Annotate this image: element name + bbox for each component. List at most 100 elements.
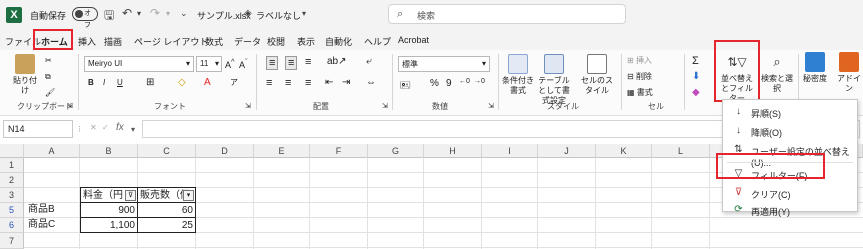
tab-automate[interactable]: 自動化 xyxy=(325,35,352,48)
tab-formulas[interactable]: 数式 xyxy=(205,35,223,48)
column-header-d[interactable]: D xyxy=(196,144,254,158)
fx-dropdown-icon[interactable]: ▾ xyxy=(131,125,135,134)
cell-b5[interactable]: 900 xyxy=(80,202,138,218)
tab-review[interactable]: 校閲 xyxy=(267,35,285,48)
autosum-icon[interactable]: Σ xyxy=(692,55,699,67)
merge-center-icon[interactable]: ⇔ xyxy=(366,77,376,88)
column-header-j[interactable]: J xyxy=(538,144,596,158)
tab-draw[interactable]: 描画 xyxy=(104,35,122,48)
column-header-g[interactable]: G xyxy=(368,144,424,158)
menu-item-sort-descending[interactable]: ↓ 降順(O) xyxy=(723,121,857,141)
tab-data[interactable]: データ xyxy=(234,35,261,48)
menu-item-sort-ascending[interactable]: ↓ 昇順(S) xyxy=(723,102,857,122)
menu-item-reapply[interactable]: ⟳ 再適用(Y) xyxy=(723,200,857,220)
borders-icon[interactable]: ⊞ xyxy=(146,77,154,88)
italic-icon[interactable]: I xyxy=(103,78,105,87)
tab-insert[interactable]: 挿入 xyxy=(78,35,96,48)
row-header-3[interactable]: 3 xyxy=(0,188,24,203)
percent-icon[interactable]: % xyxy=(430,78,439,89)
orientation-icon[interactable]: ab↗ xyxy=(327,56,347,67)
tab-page-layout[interactable]: ページ レイアウト xyxy=(134,35,208,48)
column-header-c[interactable]: C xyxy=(138,144,196,158)
autosave-toggle[interactable]: オフ xyxy=(72,7,98,29)
decrease-font-icon[interactable]: Aˇ xyxy=(239,57,248,70)
cell-a5[interactable]: 商品B xyxy=(26,202,80,218)
column-header-l[interactable]: L xyxy=(652,144,710,158)
row-header-2[interactable]: 2 xyxy=(0,173,24,188)
number-format-field[interactable]: 標準 ▾ xyxy=(398,56,490,72)
column-header-k[interactable]: K xyxy=(596,144,652,158)
insert-cells-button[interactable]: ⊞ 挿入 xyxy=(627,55,652,66)
clear-icon[interactable]: ◆ xyxy=(692,87,700,98)
clipboard-launcher-icon[interactable]: ⇲ xyxy=(67,102,73,110)
fill-icon[interactable]: ⬇ xyxy=(692,71,700,82)
font-color-icon[interactable]: A xyxy=(204,77,211,88)
alignment-launcher-icon[interactable]: ⇲ xyxy=(382,102,388,110)
decrease-decimal-icon[interactable]: →0 xyxy=(474,78,485,85)
accounting-icon[interactable]: 🖭 xyxy=(400,78,411,94)
sensitivity-button[interactable]: 秘密度 xyxy=(800,52,830,84)
redo-dropdown-icon[interactable]: ▾ xyxy=(166,9,170,18)
fill-color-icon[interactable]: ◇ xyxy=(178,77,186,88)
cell-b6[interactable]: 1,100 xyxy=(80,217,138,233)
column-header-i[interactable]: I xyxy=(482,144,538,158)
save-icon[interactable]: 🖫 xyxy=(104,6,114,27)
number-launcher-icon[interactable]: ⇲ xyxy=(488,102,494,110)
name-box[interactable]: N14 xyxy=(3,120,73,138)
sensitivity-label[interactable]: ラベルなし xyxy=(256,9,301,22)
row-header-7[interactable]: 7 xyxy=(0,233,24,249)
select-all-corner[interactable] xyxy=(0,144,24,158)
more-options-icon[interactable]: ⋮ xyxy=(76,125,83,133)
redo-icon[interactable]: ↷ xyxy=(150,6,160,20)
font-launcher-icon[interactable]: ⇲ xyxy=(245,102,251,110)
cut-icon[interactable]: ✂ xyxy=(45,56,52,65)
row-header-5[interactable]: 5 xyxy=(0,203,24,218)
format-painter-icon[interactable]: 🖌 xyxy=(45,88,55,97)
cell-c5[interactable]: 60 xyxy=(137,202,196,218)
font-size-field[interactable]: 11 ▾ xyxy=(196,56,222,72)
copy-icon[interactable]: ⧉ xyxy=(45,72,51,82)
underline-icon[interactable]: U xyxy=(117,78,123,87)
customize-qat-icon[interactable]: ⌄ xyxy=(180,8,188,19)
insert-function-icon[interactable]: fx xyxy=(116,122,124,133)
increase-font-icon[interactable]: A^ xyxy=(225,57,235,70)
filter-dropdown-b[interactable]: ⊽ xyxy=(125,190,136,201)
paste-button[interactable]: 貼り付け xyxy=(10,54,40,96)
align-top-icon[interactable]: ≡ xyxy=(266,56,279,70)
cell-a6[interactable]: 商品C xyxy=(26,217,80,233)
bold-icon[interactable]: B xyxy=(88,78,94,87)
filter-dropdown-c[interactable]: ▾ xyxy=(183,190,194,201)
cell-styles-button[interactable]: セルのスタイル xyxy=(580,54,614,96)
sensitivity-dropdown-icon[interactable]: ▾ xyxy=(302,9,306,18)
wrap-text-icon[interactable]: ⤶ xyxy=(366,56,372,67)
tab-acrobat[interactable]: Acrobat xyxy=(398,35,429,45)
find-select-button[interactable]: ⌕ 検索と選択 xyxy=(760,52,794,94)
column-header-a[interactable]: A xyxy=(24,144,80,158)
align-right-icon[interactable]: ≡ xyxy=(305,77,311,89)
column-header-h[interactable]: H xyxy=(424,144,482,158)
align-left-icon[interactable]: ≡ xyxy=(266,77,272,89)
tab-view[interactable]: 表示 xyxy=(297,35,315,48)
increase-decimal-icon[interactable]: ←0 xyxy=(459,78,470,85)
undo-dropdown-icon[interactable]: ▾ xyxy=(137,9,141,18)
align-middle-icon[interactable]: ≡ xyxy=(285,56,298,70)
search-box[interactable]: ⌕ 検索 xyxy=(388,4,626,24)
column-header-e[interactable]: E xyxy=(254,144,310,158)
align-center-icon[interactable]: ≡ xyxy=(285,77,291,89)
conditional-format-button[interactable]: 条件付き書式 xyxy=(502,54,534,96)
format-as-table-button[interactable]: テーブルとして書式設定 xyxy=(536,54,572,106)
column-header-b[interactable]: B xyxy=(80,144,138,158)
delete-cells-button[interactable]: ⊟ 削除 xyxy=(627,71,652,82)
decrease-indent-icon[interactable]: ⇤ xyxy=(325,77,333,88)
tab-help[interactable]: ヘルプ xyxy=(364,35,391,48)
row-header-1[interactable]: 1 xyxy=(0,158,24,173)
format-cells-button[interactable]: ▦ 書式 xyxy=(627,87,653,98)
phonetic-icon[interactable]: ア xyxy=(230,77,238,88)
undo-icon[interactable]: ↶ xyxy=(122,6,132,20)
cancel-entry-icon[interactable]: ✕ xyxy=(90,123,97,132)
cell-c6[interactable]: 25 xyxy=(137,217,196,233)
font-name-field[interactable]: Meiryo UI ▾ xyxy=(84,56,194,72)
align-bottom-icon[interactable]: ≡ xyxy=(305,56,311,68)
comma-icon[interactable]: 9 xyxy=(446,78,452,89)
addins-button[interactable]: アドイン xyxy=(836,52,862,94)
